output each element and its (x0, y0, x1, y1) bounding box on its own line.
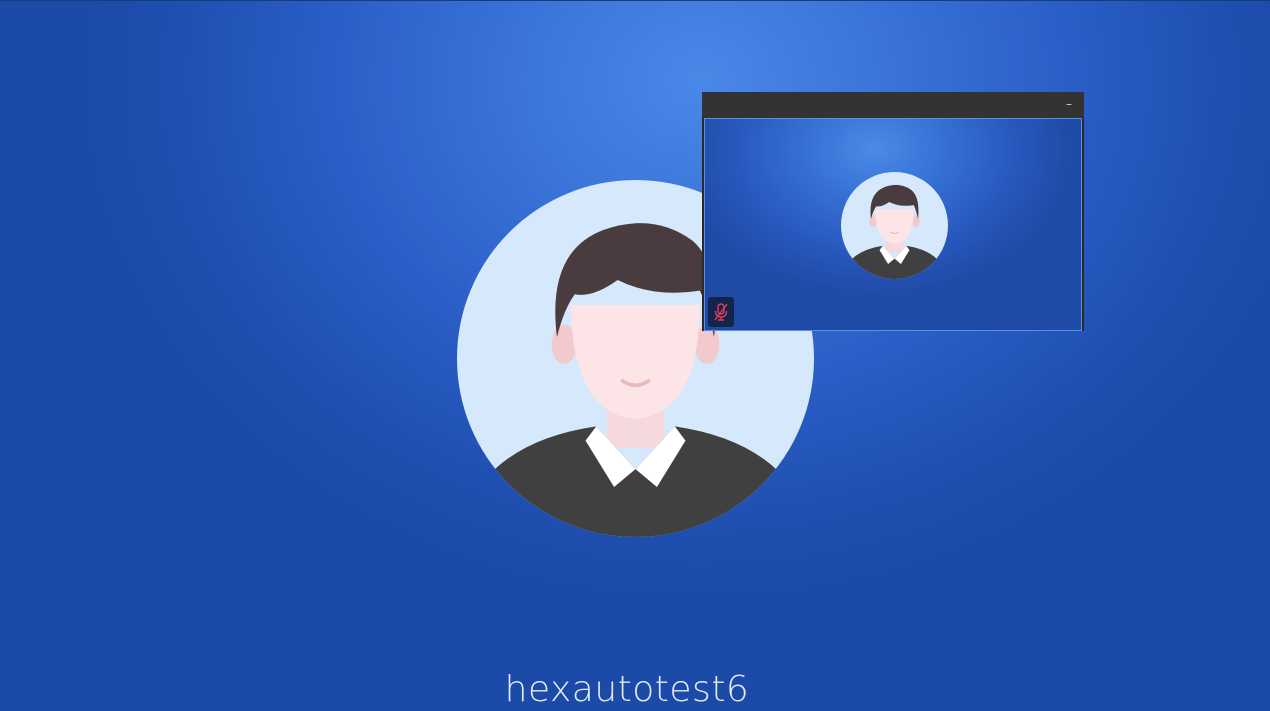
mic-muted-icon (714, 303, 728, 321)
pip-participant-avatar (841, 172, 948, 279)
pip-titlebar[interactable]: – (702, 92, 1084, 118)
default-user-avatar-icon (841, 172, 948, 279)
top-border (0, 0, 1270, 1)
pip-self-view-window[interactable]: – (702, 92, 1084, 331)
participant-name-label: hexautotest6 (504, 669, 750, 710)
minimize-button[interactable]: – (1062, 95, 1076, 113)
mic-status-badge (708, 297, 734, 327)
pip-video-area (704, 118, 1082, 331)
video-call-stage: hexautotest6 – (0, 0, 1270, 711)
